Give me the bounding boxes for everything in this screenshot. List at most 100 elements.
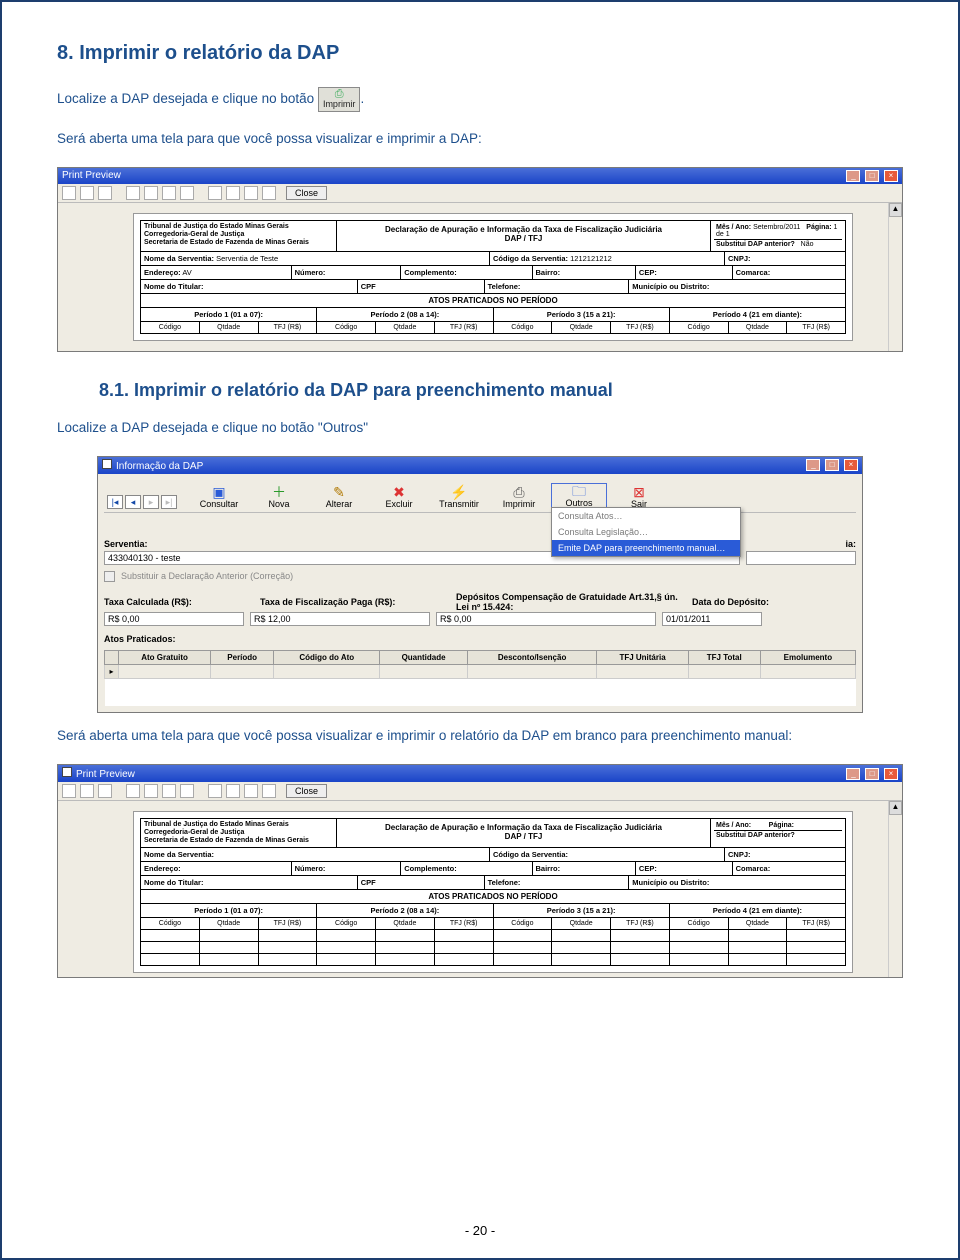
print-icon[interactable] [208, 784, 222, 798]
close-button[interactable]: Close [286, 784, 327, 798]
save-icon[interactable] [262, 784, 276, 798]
org-block: Tribunal de Justiça do Estado Minas Gera… [141, 221, 336, 251]
nav-prev-icon[interactable] [144, 784, 158, 798]
search-icon: ▣ [212, 485, 225, 499]
app-icon [62, 767, 72, 777]
nav-prev-icon[interactable] [144, 186, 158, 200]
nav-last-icon[interactable]: ▸| [161, 495, 177, 509]
print-preview-blank-screenshot: Print Preview _ □ × Close [57, 764, 903, 978]
tb-icon[interactable] [98, 186, 112, 200]
minimize-icon[interactable]: _ [846, 768, 860, 780]
print-icon[interactable] [208, 186, 222, 200]
taxa-fisc-label: Taxa de Fiscalização Paga (R$): [260, 597, 395, 607]
menu-consulta-atos[interactable]: Consulta Atos… [552, 508, 740, 524]
atos-section-label: ATOS PRATICADOS NO PERÍODO [140, 890, 846, 904]
section-81-line1: Localize a DAP desejada e clique no botã… [57, 419, 903, 438]
menu-consulta-legislacao[interactable]: Consulta Legislação… [552, 524, 740, 540]
nav-first-icon[interactable] [126, 186, 140, 200]
tb-icon[interactable] [80, 784, 94, 798]
scroll-up-icon[interactable]: ▲ [889, 203, 902, 217]
th-tfj-tot: TFJ Total [688, 650, 760, 664]
consultar-button[interactable]: ▣Consultar [191, 485, 247, 509]
window-buttons: _ □ × [844, 768, 898, 780]
imprimir-button[interactable]: ⎙Imprimir [491, 485, 547, 509]
print-setup-icon[interactable] [226, 186, 240, 200]
data-deposito-label: Data do Depósito: [692, 597, 769, 607]
transmitir-button[interactable]: ⚡Transmitir [431, 485, 487, 509]
atos-praticados-label: Atos Praticados: [104, 634, 176, 644]
print-setup-icon[interactable] [226, 784, 240, 798]
outros-button[interactable]: 🗀Outros [551, 483, 607, 509]
data-deposito-input[interactable] [662, 612, 762, 626]
table-row[interactable] [105, 678, 856, 706]
titlebar: Informação da DAP _ □ × [98, 457, 862, 474]
section-8-title: 8. Imprimir o relatório da DAP [57, 42, 903, 65]
nav-last-icon[interactable] [180, 186, 194, 200]
th-qtd: Quantidade [380, 650, 468, 664]
scroll-up-icon[interactable]: ▲ [889, 801, 902, 815]
taxa-fisc-input[interactable] [250, 612, 430, 626]
maximize-icon[interactable]: □ [865, 170, 879, 182]
minimize-icon[interactable]: _ [806, 459, 820, 471]
section-81-line2: Será aberta uma tela para que você possa… [57, 727, 903, 746]
atos-section-label: ATOS PRATICADOS NO PERÍODO [140, 294, 846, 308]
org-block: Tribunal de Justiça do Estado Minas Gera… [141, 819, 336, 847]
competencia-input[interactable] [746, 551, 856, 565]
th-periodo: Período [211, 650, 274, 664]
form-toolbar: |◂ ◂ ▸ ▸| ▣Consultar ＋Nova ✎Alterar ✖Exc… [104, 480, 856, 513]
maximize-icon[interactable]: □ [825, 459, 839, 471]
export-icon[interactable] [244, 186, 258, 200]
sair-button[interactable]: ⊠Sair [611, 485, 667, 509]
nav-first-icon[interactable] [126, 784, 140, 798]
imprimir-label: Imprimir [323, 99, 356, 109]
close-icon[interactable]: × [884, 768, 898, 780]
depositos-input[interactable] [436, 612, 656, 626]
tb-icon[interactable] [98, 784, 112, 798]
save-icon[interactable] [262, 186, 276, 200]
nav-last-icon[interactable] [180, 784, 194, 798]
nova-button[interactable]: ＋Nova [251, 485, 307, 509]
print-preview-filled-screenshot: Print Preview _ □ × Close [57, 167, 903, 352]
menu-emite-dap-manual[interactable]: Emite DAP para preenchimento manual… [552, 540, 740, 556]
window-buttons: _ □ × [844, 170, 898, 182]
close-icon[interactable]: × [884, 170, 898, 182]
export-icon[interactable] [244, 784, 258, 798]
declaration-title: Declaração de Apuração e Informação da T… [336, 221, 710, 251]
close-button[interactable]: Close [286, 186, 327, 200]
substituir-checkbox[interactable] [104, 571, 115, 582]
window-title: Informação da DAP [116, 461, 203, 472]
minimize-icon[interactable]: _ [846, 170, 860, 182]
titlebar: Print Preview _ □ × [58, 168, 902, 184]
record-nav: |◂ ◂ ▸ ▸| [107, 495, 177, 509]
tb-icon[interactable] [62, 784, 76, 798]
alterar-button[interactable]: ✎Alterar [311, 485, 367, 509]
meta-block: Mês / Ano: Setembro/2011 Página: 1 de 1 … [710, 221, 845, 251]
report-page: Tribunal de Justiça do Estado Minas Gera… [133, 811, 853, 973]
line1a: Localize a DAP desejada e clique no botã… [57, 91, 318, 106]
excluir-button[interactable]: ✖Excluir [371, 485, 427, 509]
nav-first-icon[interactable]: |◂ [107, 495, 123, 509]
depositos-label: Depósitos Compensação de Gratuidade Art.… [456, 592, 678, 612]
tb-icon[interactable] [80, 186, 94, 200]
page-number: - 20 - [2, 1223, 958, 1238]
close-icon[interactable]: × [844, 459, 858, 471]
th-ato: Ato Gratuito [119, 650, 211, 664]
tb-icon[interactable] [62, 186, 76, 200]
th-tfj-unit: TFJ Unitária [597, 650, 688, 664]
nav-next-icon[interactable] [162, 186, 176, 200]
table-row[interactable]: ▸ [105, 664, 856, 678]
taxa-calc-label: Taxa Calculada (R$): [104, 597, 192, 607]
scrollbar[interactable]: ▲ [888, 203, 902, 351]
serventia-label: Serventia: [104, 539, 148, 549]
taxa-calc-input[interactable] [104, 612, 244, 626]
exit-icon: ⊠ [633, 485, 645, 499]
scrollbar[interactable]: ▲ [888, 801, 902, 977]
nav-next-icon[interactable]: ▸ [143, 495, 159, 509]
nav-prev-icon[interactable]: ◂ [125, 495, 141, 509]
declaration-title: Declaração de Apuração e Informação da T… [336, 819, 710, 847]
maximize-icon[interactable]: □ [865, 768, 879, 780]
section-81-title: 8.1. Imprimir o relatório da DAP para pr… [99, 380, 903, 401]
preview-body: Tribunal de Justiça do Estado Minas Gera… [58, 203, 888, 351]
substituir-label: Substituir a Declaração Anterior (Correç… [121, 571, 293, 581]
nav-next-icon[interactable] [162, 784, 176, 798]
